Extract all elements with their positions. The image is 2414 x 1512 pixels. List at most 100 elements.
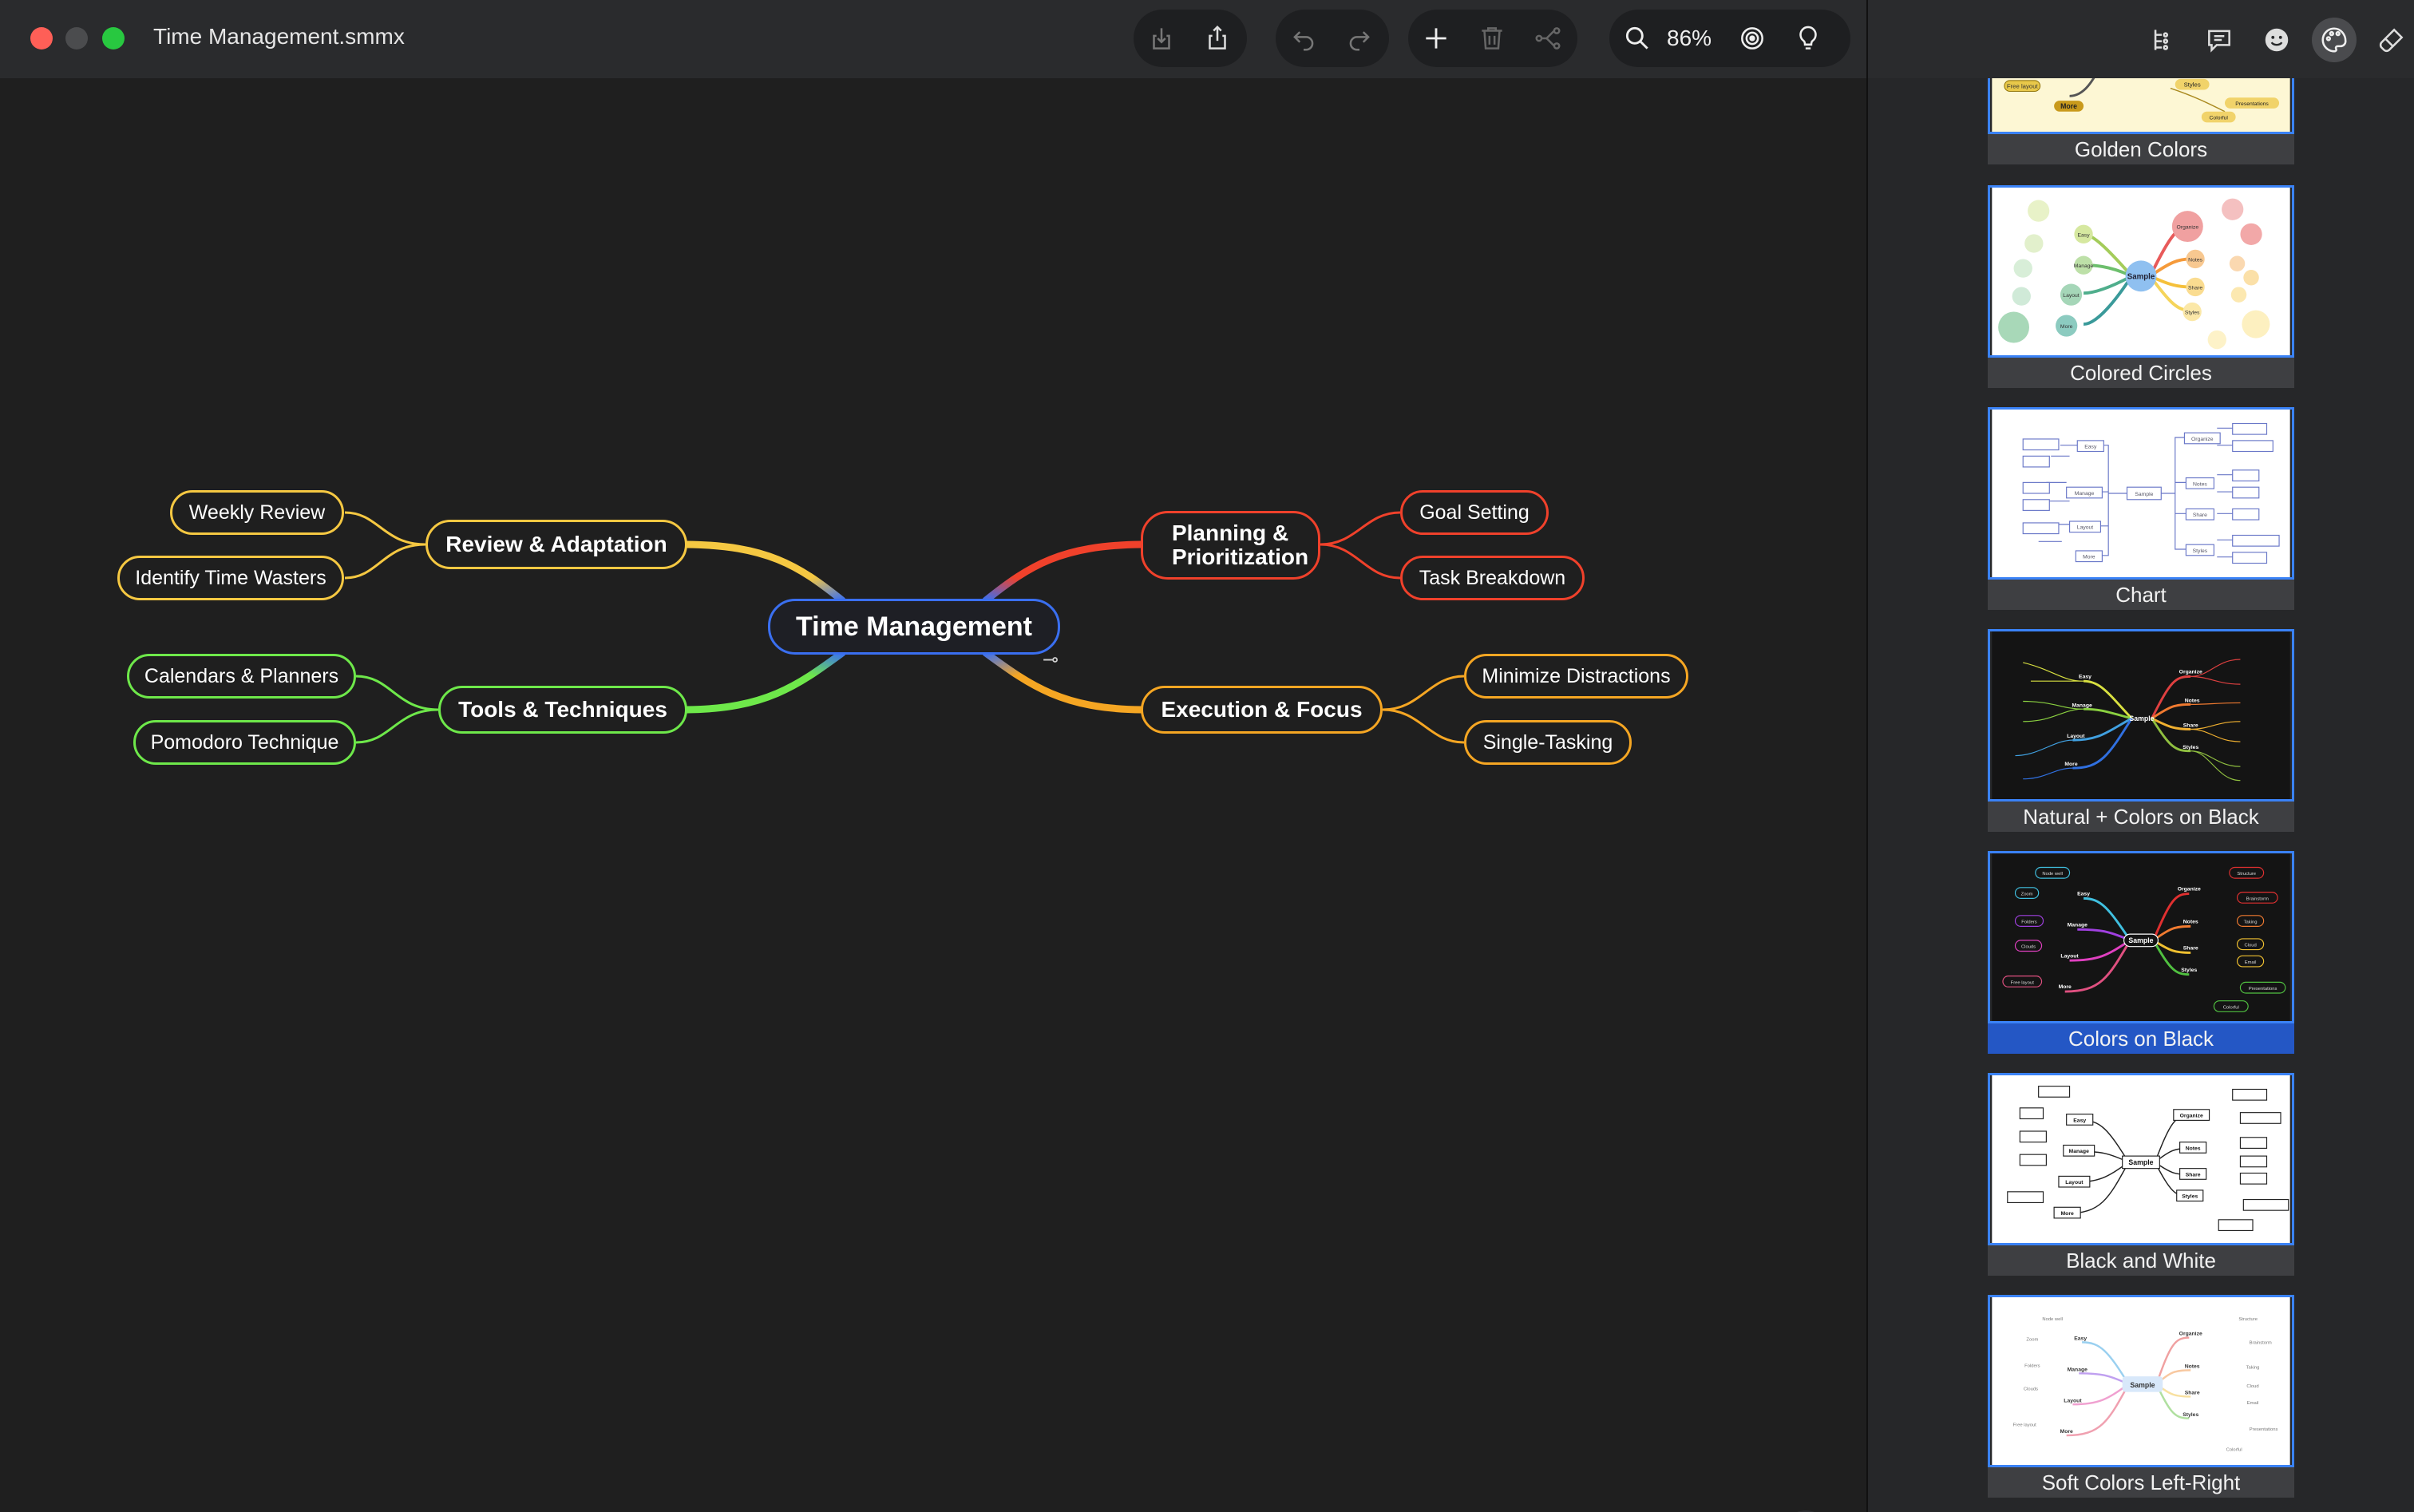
branch-planning-line2: Prioritization xyxy=(1171,544,1309,569)
theme-thumbnail: Sample Easy Manage Layout More Organize … xyxy=(1988,407,2294,580)
svg-text:Organize: Organize xyxy=(2180,1114,2203,1119)
svg-text:Easy: Easy xyxy=(2074,1336,2087,1341)
svg-text:Taking: Taking xyxy=(2246,1365,2260,1370)
svg-text:Styles: Styles xyxy=(2182,745,2198,750)
branch-tools-techniques[interactable]: Tools & Techniques xyxy=(438,686,687,734)
export-icon xyxy=(1153,28,1170,49)
leaf-pomodoro-technique[interactable]: Pomodoro Technique xyxy=(133,720,356,765)
focus-button[interactable] xyxy=(1724,10,1780,67)
colored-circles-preview: Sample Easy Manage Layout More Organize … xyxy=(1992,188,2290,355)
theme-thumbnail: Sample Easy Manage Layout More Organize … xyxy=(1988,1073,2294,1245)
outline-tab[interactable] xyxy=(2139,18,2184,62)
branch-planning-prioritization[interactable]: Planning & Prioritization xyxy=(1141,511,1320,580)
share-button[interactable] xyxy=(1189,10,1245,67)
svg-text:More: More xyxy=(2060,1429,2073,1435)
svg-text:Node well: Node well xyxy=(2042,872,2063,877)
undo-button[interactable] xyxy=(1276,10,1332,67)
svg-text:Styles: Styles xyxy=(2182,1412,2198,1418)
redo-button[interactable] xyxy=(1332,10,1387,67)
svg-text:Styles: Styles xyxy=(2184,81,2201,89)
svg-text:Organize: Organize xyxy=(2179,1332,2202,1337)
theme-colors-on-black[interactable]: Sample Easy Manage Layout More Organize … xyxy=(1988,851,2294,1054)
zoom-level[interactable]: 86% xyxy=(1665,26,1724,51)
add-node-button[interactable] xyxy=(1408,10,1464,67)
style-brush-icon xyxy=(2379,28,2404,53)
svg-text:Notes: Notes xyxy=(2186,1146,2201,1151)
minimize-window-button[interactable] xyxy=(65,27,88,49)
svg-text:Notes: Notes xyxy=(2185,698,2200,703)
root-node[interactable]: Time Management xyxy=(768,599,1060,655)
svg-text:Notes: Notes xyxy=(2193,481,2207,487)
svg-text:Easy: Easy xyxy=(2077,232,2090,238)
theme-black-and-white[interactable]: Sample Easy Manage Layout More Organize … xyxy=(1988,1073,2294,1276)
toolbar-group-file xyxy=(1134,10,1247,67)
maximize-window-button[interactable] xyxy=(102,27,125,49)
svg-text:Organize: Organize xyxy=(2177,225,2199,231)
black-and-white-preview: Sample Easy Manage Layout More Organize … xyxy=(1992,1075,2290,1243)
svg-text:Sample: Sample xyxy=(2128,1158,2153,1166)
style-brush-tab[interactable] xyxy=(2369,18,2414,62)
svg-text:Zoom: Zoom xyxy=(2021,893,2033,897)
svg-text:Free layout: Free layout xyxy=(2011,980,2035,985)
svg-text:More: More xyxy=(2060,102,2077,110)
mindmap-canvas[interactable]: Time Management ⊸ Review & Adaptation To… xyxy=(0,78,1866,1512)
svg-text:More: More xyxy=(2061,1211,2074,1217)
svg-text:Notes: Notes xyxy=(2188,257,2202,263)
palette-tab[interactable] xyxy=(2312,18,2357,62)
connect-button[interactable] xyxy=(1520,10,1576,67)
leaf-weekly-review[interactable]: Weekly Review xyxy=(170,490,344,535)
svg-text:Taking: Taking xyxy=(2244,920,2258,925)
svg-text:Share: Share xyxy=(2183,946,2198,952)
collapse-toggle[interactable]: ⊸ xyxy=(1043,648,1059,671)
leaf-task-breakdown[interactable]: Task Breakdown xyxy=(1400,556,1585,600)
svg-text:More: More xyxy=(2060,324,2073,330)
svg-text:Presentations: Presentations xyxy=(2249,987,2277,992)
title-bar: Time Management.smmx 86% xyxy=(0,0,1866,78)
svg-text:Colorful: Colorful xyxy=(2226,1448,2242,1453)
branch-planning-line1: Planning & xyxy=(1171,520,1289,545)
svg-text:Styles: Styles xyxy=(2181,968,2197,973)
emoji-tab[interactable] xyxy=(2254,18,2299,62)
branch-review-adaptation[interactable]: Review & Adaptation xyxy=(425,520,687,569)
leaf-calendars-planners[interactable]: Calendars & Planners xyxy=(127,654,356,699)
toolbar-group-history xyxy=(1276,10,1389,67)
svg-text:More: More xyxy=(2059,984,2072,990)
svg-text:Manage: Manage xyxy=(2069,1149,2090,1154)
share-icon xyxy=(1209,25,1226,49)
close-window-button[interactable] xyxy=(30,27,53,49)
svg-text:Brainstorm: Brainstorm xyxy=(2246,897,2269,901)
theme-natural-colors-on-black[interactable]: Sample Easy Manage Layout More Organize … xyxy=(1988,629,2294,832)
focus-icon xyxy=(1741,27,1763,49)
branch-execution-focus[interactable]: Execution & Focus xyxy=(1141,686,1383,734)
leaf-single-tasking[interactable]: Single-Tasking xyxy=(1464,720,1632,765)
colors-on-black-preview: Sample Easy Manage Layout More Organize … xyxy=(1992,853,2290,1021)
svg-text:Colorful: Colorful xyxy=(2210,115,2229,121)
toolbar-group-view: 86% xyxy=(1609,10,1850,67)
svg-text:Layout: Layout xyxy=(2063,293,2080,299)
theme-colored-circles[interactable]: Sample Easy Manage Layout More Organize … xyxy=(1988,185,2294,388)
svg-text:Easy: Easy xyxy=(2077,892,2090,897)
redo-icon xyxy=(1349,31,1370,51)
svg-text:Styles: Styles xyxy=(2182,1194,2198,1200)
theme-soft-colors-left-right[interactable]: Sample Easy Manage Layout More Organize … xyxy=(1988,1295,2294,1498)
delete-button[interactable] xyxy=(1464,10,1520,67)
svg-text:Layout: Layout xyxy=(2064,1398,2082,1403)
search-button[interactable] xyxy=(1609,10,1665,67)
svg-text:Share: Share xyxy=(2188,285,2202,291)
idea-button[interactable] xyxy=(1780,10,1836,67)
leaf-minimize-distractions[interactable]: Minimize Distractions xyxy=(1464,654,1688,699)
theme-thumbnail: Sample Easy Manage Layout More Organize … xyxy=(1988,629,2294,802)
export-button[interactable] xyxy=(1134,10,1189,67)
theme-thumbnail: Sample Easy Manage Layout More Organize … xyxy=(1988,185,2294,358)
svg-text:Easy: Easy xyxy=(2079,674,2091,679)
svg-text:Easy: Easy xyxy=(2073,1118,2086,1123)
theme-chart[interactable]: Sample Easy Manage Layout More Organize … xyxy=(1988,407,2294,610)
leaf-identify-time-wasters[interactable]: Identify Time Wasters xyxy=(117,556,344,600)
theme-label: Chart xyxy=(1988,580,2294,610)
leaf-goal-setting[interactable]: Goal Setting xyxy=(1400,490,1549,535)
notes-tab[interactable] xyxy=(2197,18,2242,62)
svg-text:Sample: Sample xyxy=(2129,714,2154,722)
svg-text:Email: Email xyxy=(2245,960,2257,965)
search-icon xyxy=(1625,26,1648,49)
svg-text:Presentations: Presentations xyxy=(2235,101,2269,107)
